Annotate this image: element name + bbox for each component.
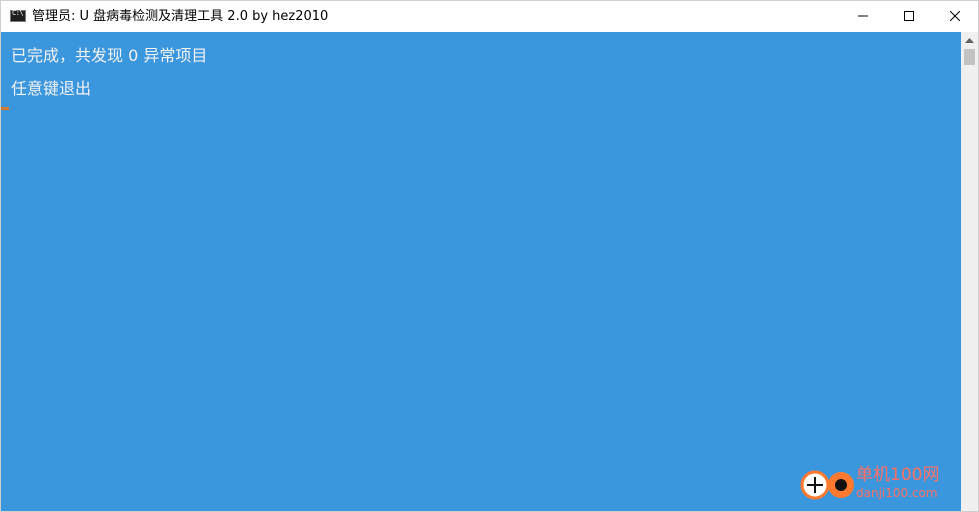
- console-output[interactable]: 已完成，共发现 0 异常项目 任意键退出: [1, 32, 961, 511]
- console-window: 管理员: U 盘病毒检测及清理工具 2.0 by hez2010 已完成，: [0, 0, 979, 512]
- scroll-thumb[interactable]: [964, 49, 975, 65]
- close-button[interactable]: [932, 1, 978, 31]
- vertical-scrollbar[interactable]: [961, 32, 978, 511]
- chevron-up-icon: [965, 38, 974, 43]
- minimize-icon: [858, 15, 868, 17]
- console-line: 已完成，共发现 0 异常项目: [11, 46, 208, 65]
- minimize-button[interactable]: [840, 1, 886, 31]
- console-line: 任意键退出: [11, 79, 92, 98]
- scroll-up-button[interactable]: [961, 32, 978, 49]
- window-title: 管理员: U 盘病毒检测及清理工具 2.0 by hez2010: [32, 8, 329, 24]
- close-icon: [950, 11, 960, 21]
- caption-buttons: [840, 1, 978, 31]
- text-cursor: [1, 107, 9, 110]
- title-bar[interactable]: 管理员: U 盘病毒检测及清理工具 2.0 by hez2010: [1, 1, 978, 31]
- maximize-icon: [904, 11, 914, 21]
- maximize-button[interactable]: [886, 1, 932, 31]
- cmd-icon: [10, 10, 26, 22]
